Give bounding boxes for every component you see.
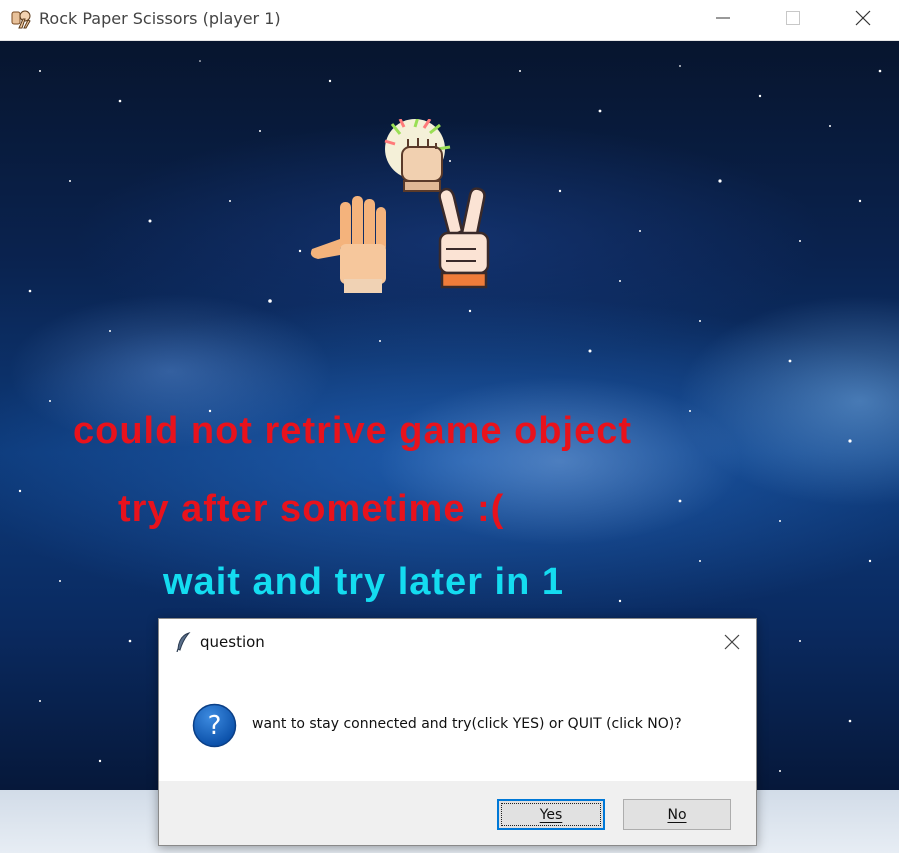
rock-paper-scissors-hands <box>310 119 490 293</box>
scissors-hand-icon <box>438 187 490 289</box>
close-button[interactable] <box>840 0 886 36</box>
minimize-icon <box>716 17 730 19</box>
no-button-label: No <box>667 806 687 823</box>
no-button[interactable]: No <box>623 799 731 830</box>
error-message-line-2: try after sometime :( <box>118 488 505 530</box>
yes-button[interactable]: Yes <box>497 799 605 830</box>
minimize-button[interactable] <box>700 0 746 36</box>
yes-button-label: Yes <box>539 806 563 823</box>
close-icon <box>855 10 871 26</box>
dialog-close-button[interactable] <box>715 627 749 657</box>
window-title: Rock Paper Scissors (player 1) <box>39 9 281 28</box>
dialog-message: want to stay connected and try(click YES… <box>252 716 682 732</box>
close-icon <box>724 634 740 650</box>
dialog-titlebar[interactable]: question <box>159 619 756 665</box>
paper-hand-icon <box>310 196 386 293</box>
feather-icon <box>176 632 191 652</box>
question-dialog[interactable]: question ? want to stay connected and tr… <box>158 618 757 846</box>
dialog-title: question <box>200 633 265 651</box>
rock-paper-scissors-app-icon <box>10 8 32 30</box>
maximize-button[interactable] <box>770 0 816 36</box>
wait-countdown-text: wait and try later in 1 <box>163 561 564 603</box>
rock-fist-icon <box>384 119 451 192</box>
dialog-body: ? want to stay connected and try(click Y… <box>159 665 756 781</box>
dialog-button-bar: Yes No <box>159 781 756 845</box>
error-message-line-1: could not retrive game object <box>73 410 632 452</box>
svg-text:?: ? <box>208 711 222 741</box>
maximize-icon <box>786 11 800 25</box>
question-mark-icon: ? <box>192 703 237 748</box>
window-titlebar[interactable]: Rock Paper Scissors (player 1) <box>0 0 899 41</box>
